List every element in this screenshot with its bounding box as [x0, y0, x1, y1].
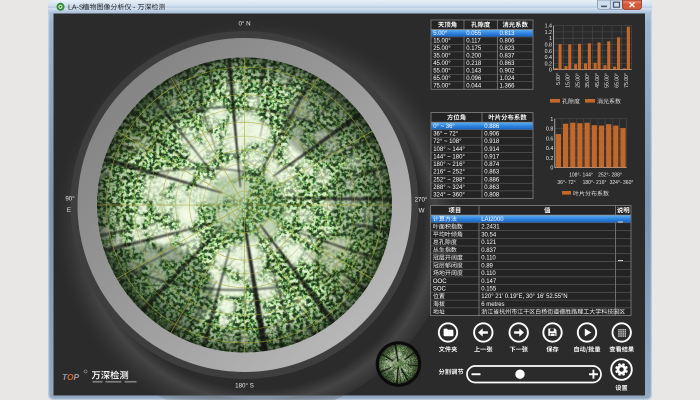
svg-text:108° ~ 144°: 108° ~ 144°	[433, 147, 465, 153]
svg-text:0.902: 0.902	[500, 68, 516, 74]
svg-text:25.00°: 25.00°	[575, 73, 581, 88]
svg-text:108°- 144°: 108°- 144°	[569, 173, 593, 179]
svg-text:0.121: 0.121	[481, 240, 497, 246]
svg-text:55.00°: 55.00°	[433, 68, 451, 74]
svg-text:65.00°: 65.00°	[614, 73, 620, 88]
svg-text:W: W	[419, 208, 425, 215]
svg-text:270°: 270°	[415, 197, 428, 204]
svg-text:1: 1	[550, 117, 553, 123]
svg-text:0.837: 0.837	[500, 54, 516, 60]
svg-text:0.6: 0.6	[546, 136, 553, 142]
svg-text:0.874: 0.874	[484, 162, 500, 168]
svg-text:0.918: 0.918	[484, 139, 500, 145]
svg-text:SOC: SOC	[433, 287, 447, 293]
svg-text:30.54: 30.54	[481, 232, 497, 238]
svg-text:0.2: 0.2	[545, 61, 552, 67]
svg-text:0.200: 0.200	[466, 54, 482, 60]
svg-text:0.110: 0.110	[481, 271, 496, 277]
svg-text:1: 1	[549, 36, 552, 42]
svg-text:1.2: 1.2	[545, 30, 552, 36]
svg-text:45.00°: 45.00°	[433, 61, 451, 67]
svg-text:0.8: 0.8	[546, 127, 553, 133]
svg-text:0.2: 0.2	[546, 156, 553, 162]
svg-text:0.6: 0.6	[545, 49, 552, 55]
svg-text:75.00°: 75.00°	[433, 83, 451, 89]
svg-text:252°- 288°: 252°- 288°	[598, 173, 622, 179]
svg-text:P: P	[74, 372, 80, 382]
svg-text:75.00°: 75.00°	[624, 73, 630, 88]
svg-text:1.4: 1.4	[545, 24, 552, 30]
svg-text:0.886: 0.886	[484, 177, 500, 183]
svg-text:72° ~ 108°: 72° ~ 108°	[433, 139, 462, 145]
svg-text:0.096: 0.096	[466, 76, 482, 82]
svg-text:1.024: 1.024	[500, 76, 516, 82]
svg-text:0.89: 0.89	[481, 263, 493, 269]
svg-text:35.00°: 35.00°	[433, 54, 451, 60]
svg-text:35.00°: 35.00°	[585, 73, 591, 88]
svg-text:0.155: 0.155	[481, 287, 497, 293]
svg-text:1.366: 1.366	[500, 83, 516, 89]
svg-text:0.8: 0.8	[545, 43, 552, 49]
svg-text:0.863: 0.863	[500, 61, 516, 67]
svg-text:288° ~ 324°: 288° ~ 324°	[433, 185, 465, 191]
svg-text:0.813: 0.813	[500, 31, 516, 37]
svg-text:55.00°: 55.00°	[605, 73, 611, 88]
svg-text:0.863: 0.863	[484, 185, 500, 191]
svg-text:0.863: 0.863	[484, 170, 500, 176]
svg-text:0.143: 0.143	[466, 68, 482, 74]
svg-text:0.886: 0.886	[484, 124, 500, 130]
svg-text:0.806: 0.806	[500, 39, 516, 45]
svg-text:2.2431: 2.2431	[481, 225, 500, 231]
svg-text:0.917: 0.917	[484, 154, 500, 160]
svg-text:324° ~ 360°: 324° ~ 360°	[433, 193, 465, 199]
svg-text:0.147: 0.147	[481, 279, 497, 285]
svg-text:OOC: OOC	[433, 279, 447, 285]
svg-text:15.00°: 15.00°	[433, 39, 451, 45]
svg-text:180°- 216°: 180°- 216°	[583, 180, 607, 186]
svg-text:120° 21′ 0.19″E, 30° 16′ 52.5: 120° 21′ 0.19″E, 30° 16′ 52.55″N	[481, 294, 567, 300]
svg-text:0: 0	[549, 68, 552, 74]
svg-text:0.175: 0.175	[466, 46, 482, 52]
svg-text:E: E	[67, 207, 71, 214]
svg-text:36°- 72°: 36°- 72°	[557, 180, 575, 186]
svg-text:LA-S: LA-S	[68, 4, 84, 11]
svg-text:324°- 360°: 324°- 360°	[610, 180, 634, 186]
svg-text:0.055: 0.055	[466, 31, 482, 37]
svg-text:5.00°: 5.00°	[556, 73, 562, 85]
svg-text:90°: 90°	[65, 196, 75, 203]
svg-text:0.4: 0.4	[545, 55, 552, 61]
svg-text:15.00°: 15.00°	[566, 73, 572, 88]
svg-text:0.117: 0.117	[466, 39, 481, 45]
svg-text:LAI2000: LAI2000	[481, 217, 504, 223]
svg-text:0.218: 0.218	[466, 61, 482, 67]
svg-text:0.044: 0.044	[466, 83, 482, 89]
svg-text:6 metres: 6 metres	[481, 302, 504, 308]
svg-text:252° ~ 288°: 252° ~ 288°	[433, 177, 465, 183]
svg-text:180° ~ 216°: 180° ~ 216°	[433, 162, 465, 168]
svg-text:45.00°: 45.00°	[595, 73, 601, 88]
svg-text:0.823: 0.823	[500, 46, 516, 52]
svg-text:180° S: 180° S	[235, 383, 254, 390]
svg-text:0° ~ 36°: 0° ~ 36°	[433, 124, 455, 130]
svg-text:0.110: 0.110	[481, 256, 496, 262]
svg-text:216° ~ 252°: 216° ~ 252°	[433, 170, 465, 176]
svg-text:36° ~ 72°: 36° ~ 72°	[433, 132, 459, 138]
svg-text:5.00°: 5.00°	[433, 31, 448, 37]
svg-text:0: 0	[550, 166, 553, 172]
svg-text:144° ~ 180°: 144° ~ 180°	[433, 154, 465, 160]
svg-text:25.00°: 25.00°	[433, 46, 451, 52]
svg-text:0.914: 0.914	[484, 147, 500, 153]
svg-text:0° N: 0° N	[238, 21, 250, 28]
svg-text:0.906: 0.906	[484, 132, 500, 138]
svg-text:0.837: 0.837	[481, 248, 497, 254]
svg-text:0.4: 0.4	[546, 146, 553, 152]
svg-text:0.808: 0.808	[484, 193, 500, 199]
svg-text:65.00°: 65.00°	[433, 76, 451, 82]
